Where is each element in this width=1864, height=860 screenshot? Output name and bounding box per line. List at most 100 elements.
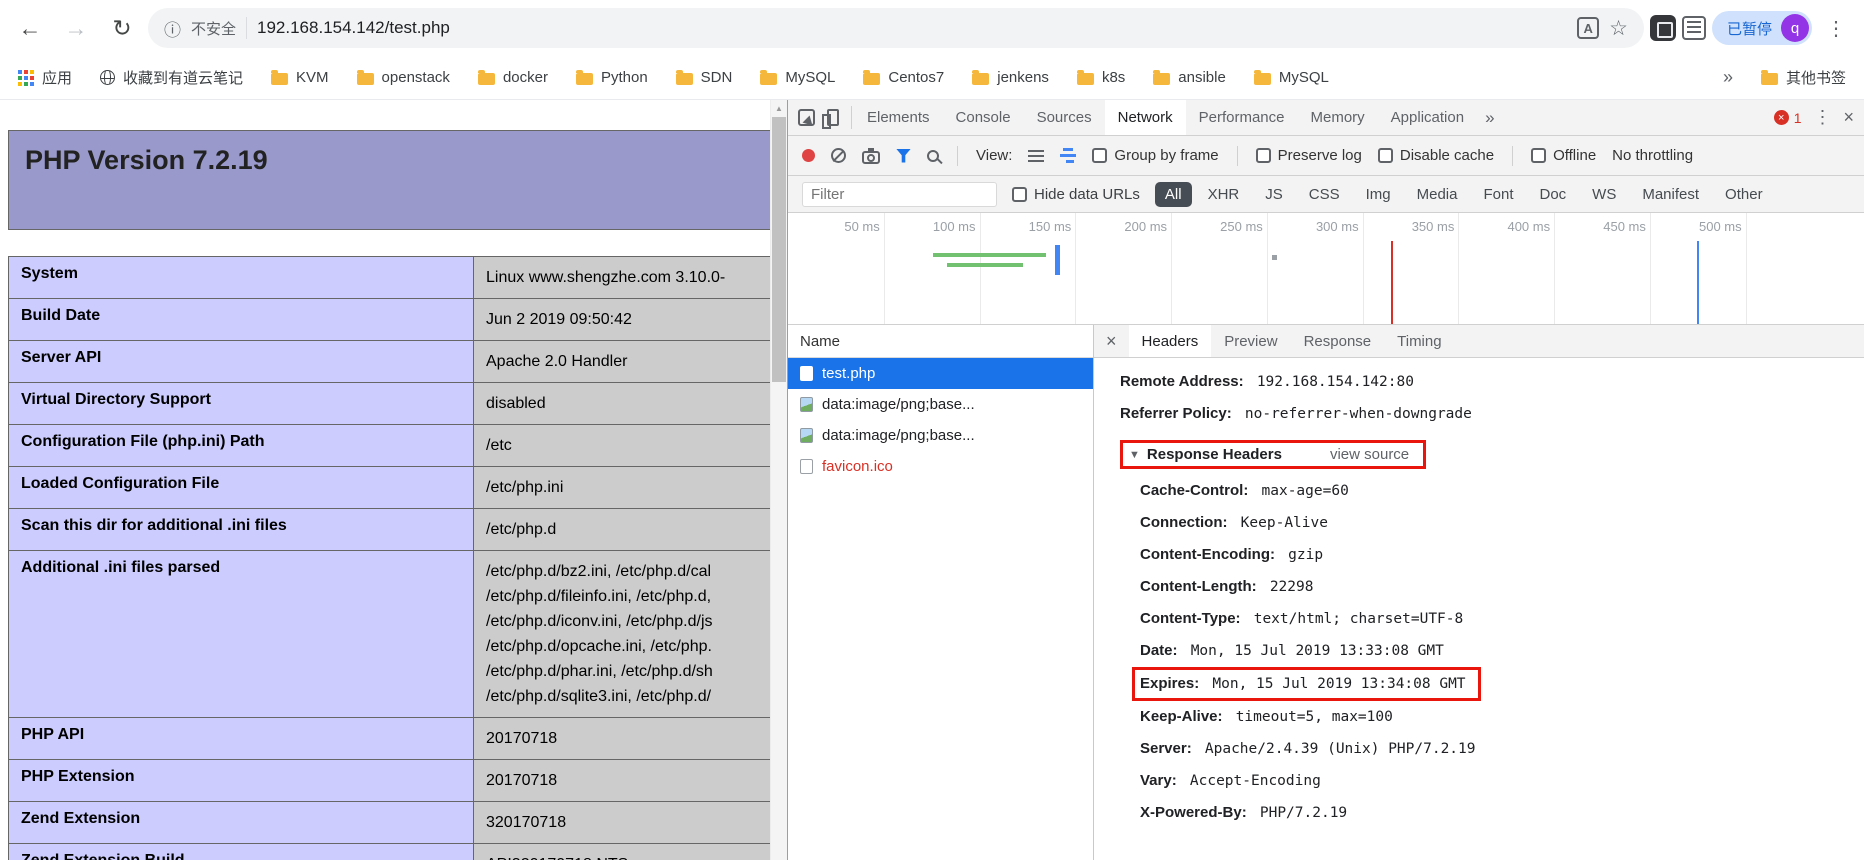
filter-pill[interactable]: Other [1715,182,1773,207]
apps-shortcut[interactable]: 应用 [14,63,76,92]
reload-button[interactable]: ↻ [102,8,142,48]
details-tab[interactable]: Headers [1128,325,1212,357]
filter-funnel-icon[interactable] [896,148,911,163]
table-row: Configuration File (php.ini) Path /etc [8,424,770,467]
filter-pill[interactable]: Doc [1529,182,1576,207]
filter-pill[interactable]: Manifest [1632,182,1709,207]
bookmark-youdao[interactable]: 收藏到有道云笔记 [96,63,247,92]
back-button[interactable]: ← [10,8,50,48]
filter-pill[interactable]: WS [1582,182,1626,207]
search-icon[interactable] [927,149,939,162]
response-header-row: Vary: Accept-Encoding [1120,765,1848,797]
tabs-overflow-icon[interactable]: » [1477,100,1502,135]
file-icon [800,397,813,412]
timeline-activity-bar [933,253,1047,257]
inspect-element-icon[interactable] [798,109,815,126]
devtools-tab[interactable]: Application [1378,100,1477,135]
checkbox-label: Hide data URLs [1034,185,1140,203]
extension-icon-2[interactable] [1681,16,1706,40]
header-value: no-referrer-when-downgrade [1244,406,1472,422]
filter-pill[interactable]: JS [1255,182,1293,207]
bookmarks-overflow-icon[interactable]: » [1719,67,1737,88]
timeline-tick-label: 400 ms [1507,219,1551,234]
device-toolbar-icon[interactable] [822,109,839,129]
row-label: Scan this dir for additional .ini files [8,508,474,551]
table-row: Build Date Jun 2 2019 09:50:42 [8,298,770,341]
filter-input[interactable] [802,181,997,207]
filter-pill[interactable]: All [1154,181,1192,207]
translate-icon[interactable]: A [1577,17,1600,39]
details-tab[interactable]: Timing [1384,325,1454,357]
scrollbar-thumb[interactable] [772,117,786,382]
filter-pill[interactable]: XHR [1198,182,1250,207]
bookmark-folder[interactable]: openstack [353,65,454,90]
info-icon[interactable]: ⓘ [164,16,181,41]
details-tab[interactable]: Preview [1211,325,1290,357]
header-name: Content-Length: [1140,578,1257,595]
page-scrollbar[interactable]: ▲ [770,100,787,860]
request-row[interactable]: data:image/png;base... [788,420,1093,451]
timeline-activity-bar [1054,245,1060,275]
profile-button[interactable]: 已暂停 q [1711,11,1812,45]
filter-pill[interactable]: Img [1356,182,1401,207]
devtools-menu-icon[interactable]: ⋮ [1813,107,1831,128]
bookmark-folder[interactable]: MySQL [756,65,839,90]
devtools-tab[interactable]: Network [1104,100,1186,135]
response-header-row: Keep-Alive: timeout=5, max=100 [1120,701,1848,733]
bookmark-folder[interactable]: k8s [1073,65,1129,90]
bookmark-folder[interactable]: ansible [1149,65,1230,90]
row-label: PHP Extension [8,759,474,802]
filter-pill[interactable]: Font [1473,182,1523,207]
general-header-row: Remote Address: 192.168.154.142:80 [1120,366,1848,398]
bookmark-folder[interactable]: KVM [267,65,333,90]
hide-data-urls-checkbox[interactable]: Hide data URLs [1012,186,1140,203]
timeline-tick-label: 50 ms [844,219,880,234]
throttling-dropdown[interactable]: No throttling [1612,147,1693,164]
bookmark-folder[interactable]: jenkens [968,65,1053,90]
disclosure-triangle-icon[interactable]: ▼ [1129,449,1140,461]
bookmark-folder[interactable]: MySQL [1250,65,1333,90]
request-row[interactable]: favicon.ico [788,451,1093,482]
other-bookmarks[interactable]: 其他书签 [1757,63,1850,92]
devtools-tab[interactable]: Performance [1186,100,1298,135]
filter-pill[interactable]: Media [1407,182,1468,207]
scrollbar-up-icon[interactable]: ▲ [771,100,787,117]
url-bar[interactable]: ⓘ 不安全 192.168.154.142/test.php A ☆ [148,8,1644,48]
devtools-tab[interactable]: Sources [1024,100,1105,135]
request-row[interactable]: test.php [788,358,1093,389]
view-source-link[interactable]: view source [1330,446,1409,463]
browser-menu-icon[interactable]: ⋮ [1818,16,1854,41]
network-timeline-overview[interactable]: 50 ms 100 ms 150 ms 200 ms 250 ms 300 ms… [788,213,1864,325]
extension-icon-1[interactable] [1649,15,1676,41]
waterfall-view-icon[interactable] [1060,148,1077,163]
clear-icon[interactable] [831,148,846,163]
header-value: Mon, 15 Jul 2019 13:34:08 GMT [1212,676,1466,692]
group-by-frame-checkbox[interactable]: Group by frame [1092,147,1219,164]
header-value: 22298 [1269,579,1314,595]
forward-button[interactable]: → [56,8,96,48]
details-tab[interactable]: Response [1291,325,1385,357]
devtools-tab[interactable]: Console [943,100,1024,135]
close-details-icon[interactable]: × [1094,331,1129,352]
devtools-tab[interactable]: Elements [854,100,943,135]
header-value: text/html; charset=UTF-8 [1253,611,1464,627]
bookmark-folder[interactable]: Centos7 [859,65,948,90]
screenshot-camera-icon[interactable] [862,148,880,164]
console-error-badge[interactable]: × 1 [1773,110,1801,126]
devtools-tab[interactable]: Memory [1298,100,1378,135]
bookmark-folder-list: KVM openstack docker Python SDN MySQL Ce… [267,65,1333,90]
filter-pill[interactable]: CSS [1299,182,1350,207]
name-column-header[interactable]: Name [788,325,1093,358]
request-row[interactable]: data:image/png;base... [788,389,1093,420]
offline-checkbox[interactable]: Offline [1531,147,1596,164]
record-button[interactable] [802,149,815,162]
bookmark-folder[interactable]: SDN [672,65,737,90]
list-view-icon[interactable] [1028,149,1045,162]
preserve-log-checkbox[interactable]: Preserve log [1255,147,1362,164]
header-value: timeout=5, max=100 [1235,709,1393,725]
bookmark-folder[interactable]: Python [572,65,652,90]
devtools-close-icon[interactable]: × [1843,107,1854,128]
bookmark-folder[interactable]: docker [474,65,552,90]
disable-cache-checkbox[interactable]: Disable cache [1377,147,1494,164]
bookmark-star-icon[interactable]: ☆ [1609,16,1628,41]
